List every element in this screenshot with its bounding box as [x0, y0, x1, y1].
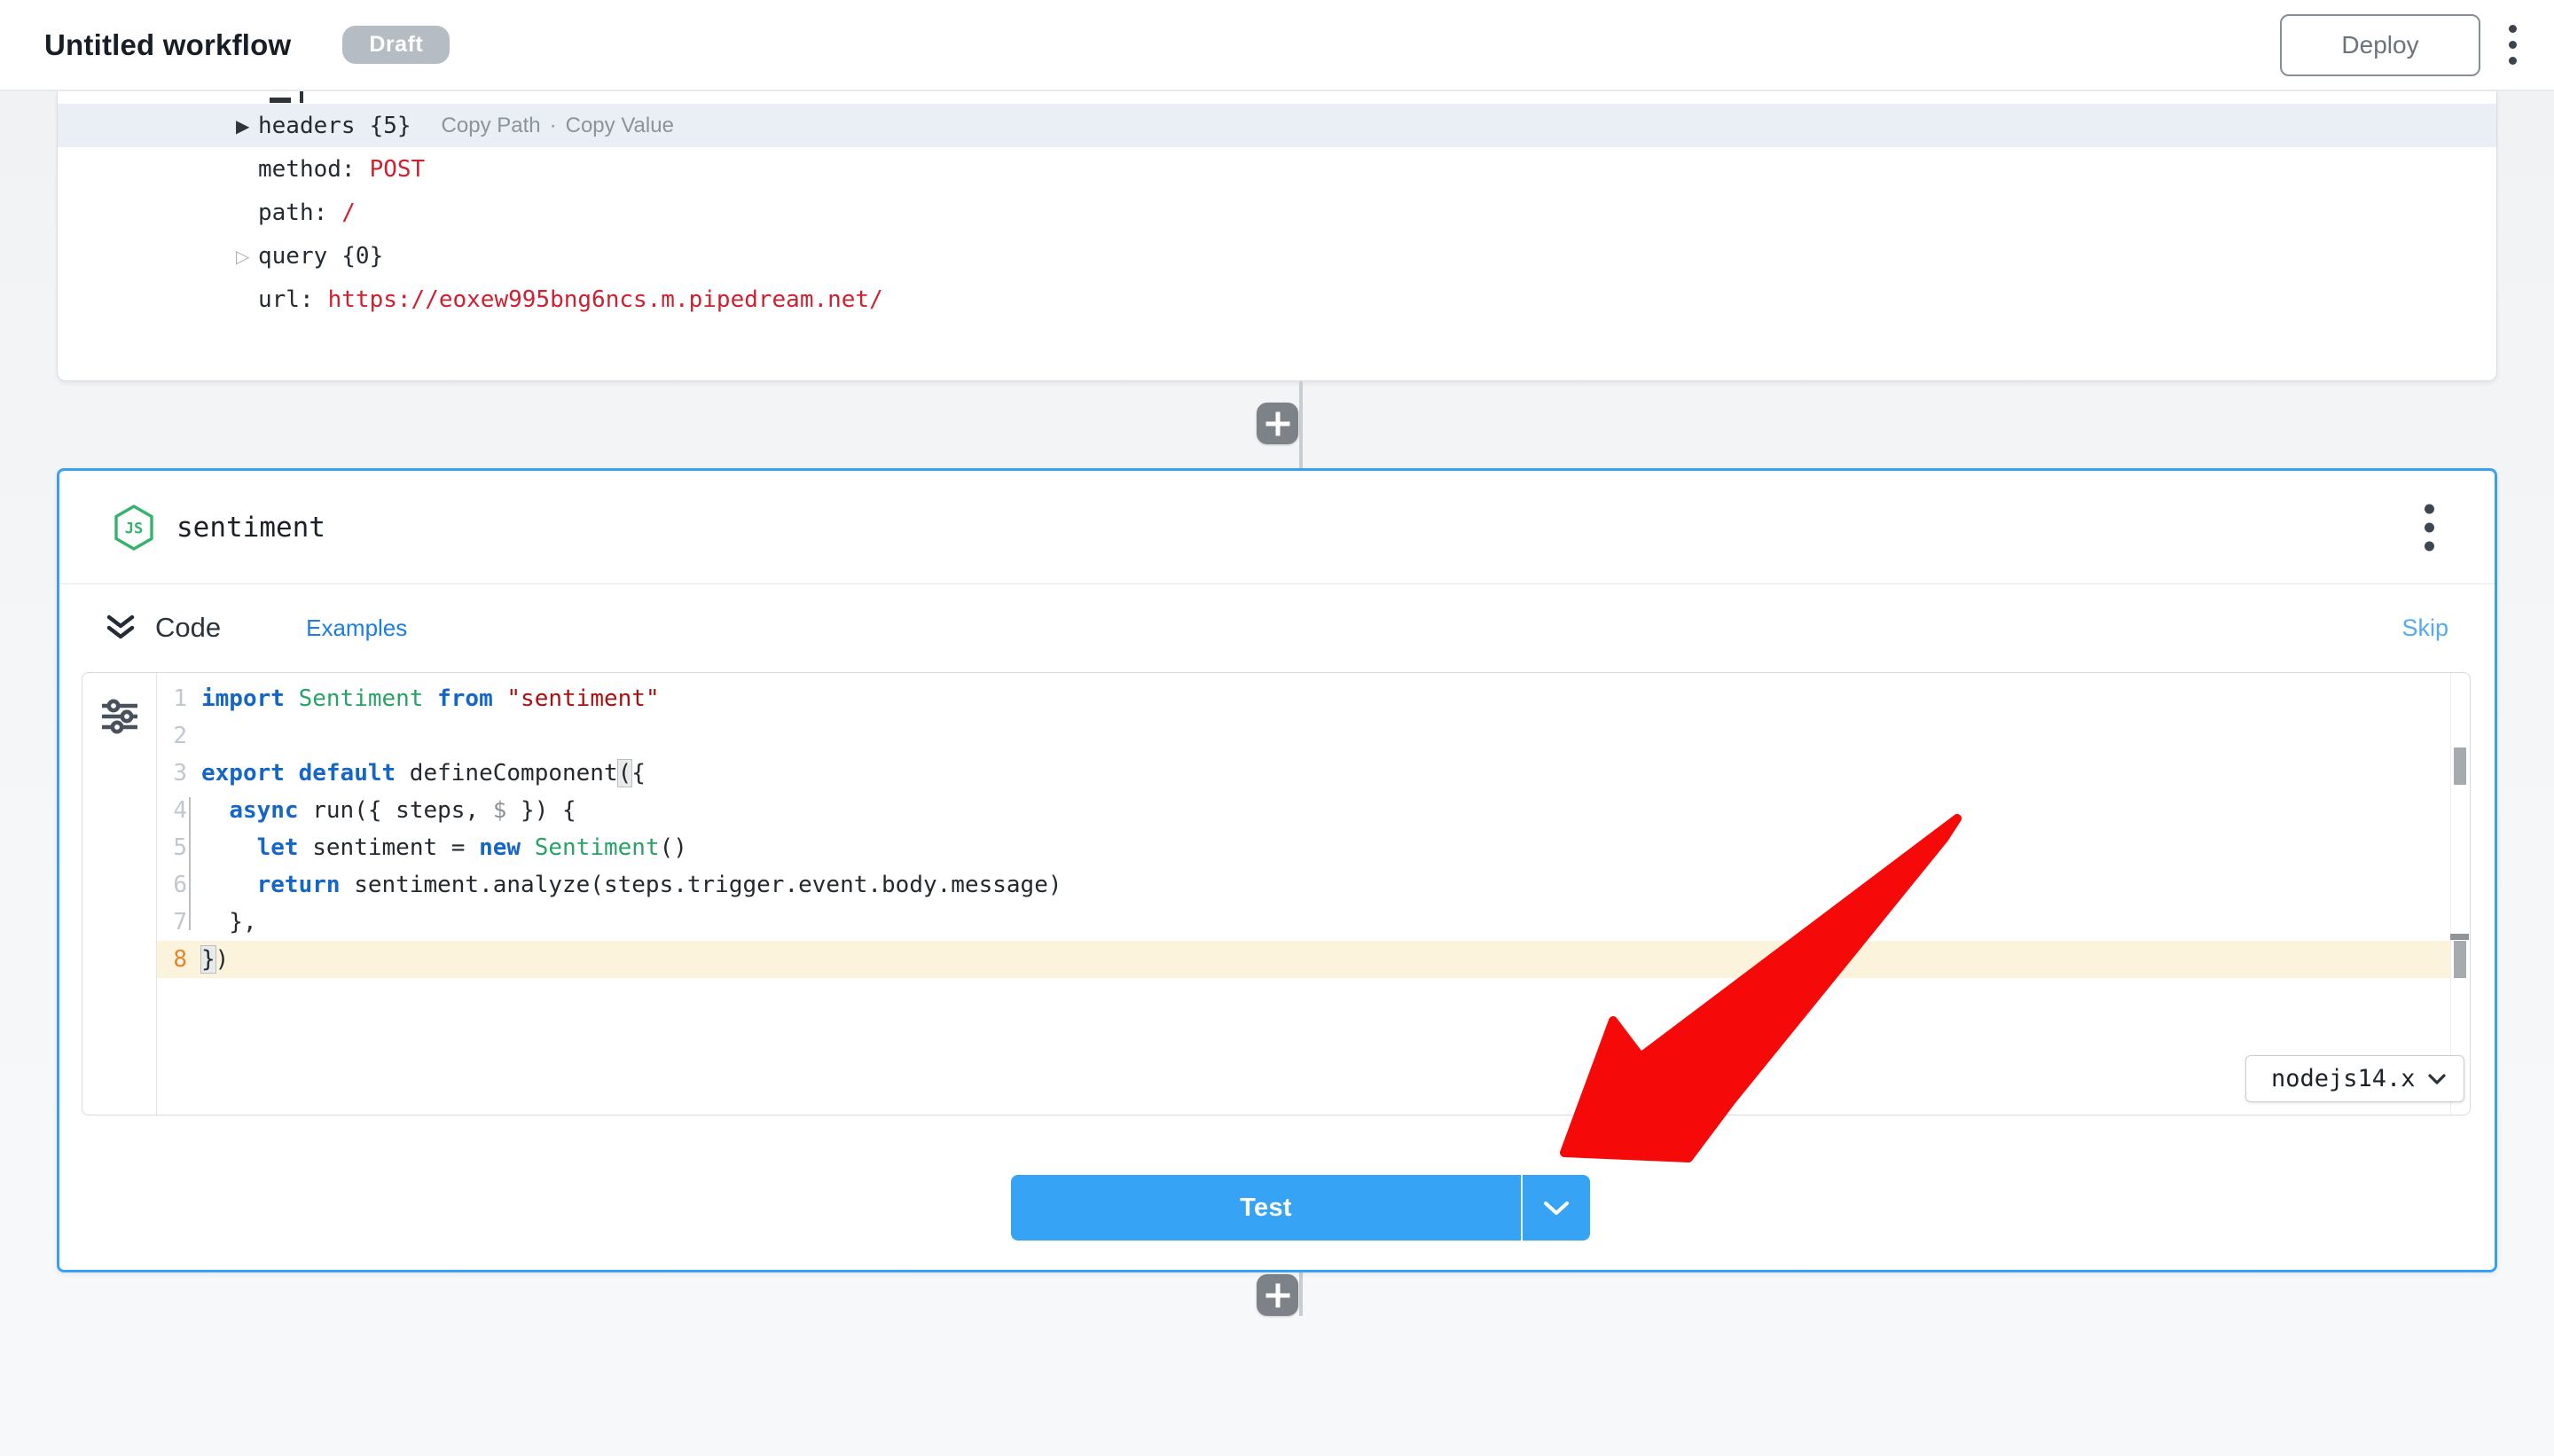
test-button[interactable]: Test: [1011, 1175, 1521, 1241]
runtime-select[interactable]: nodejs14.x: [2245, 1055, 2464, 1102]
top-bar-actions: Deploy: [2280, 14, 2554, 76]
inspector-meta: {0}: [341, 243, 383, 270]
copy-value-action[interactable]: Copy Value: [566, 114, 674, 138]
inspector-key: method:: [258, 156, 356, 183]
editor-settings-sliders-icon[interactable]: [99, 696, 140, 737]
line-number: 3: [157, 755, 191, 792]
workflow-editor-page: Untitled workflow Draft Deploy ▶ headers {…: [0, 0, 2554, 1456]
line-content: },: [201, 904, 257, 941]
step-card-sentiment: JS sentiment Code Examples Skip: [57, 468, 2497, 1272]
indent-guide: [189, 797, 191, 930]
top-bar: Untitled workflow Draft Deploy: [0, 0, 2554, 91]
chevron-down-icon: [2428, 1074, 2446, 1084]
step-title: sentiment: [176, 512, 325, 544]
workflow-menu-kebab-icon[interactable]: [2503, 20, 2522, 70]
inspector-row-headers: ▶ headers {5} Copy Path · Copy Value: [58, 104, 2496, 147]
overview-ruler-marker: [2454, 941, 2466, 978]
editor-scrollbar[interactable]: [2450, 673, 2470, 1115]
clipped-row-fragment: [58, 91, 2496, 104]
inspector-value: /: [341, 200, 356, 226]
inspector-key: query: [258, 243, 327, 270]
chevron-down-icon: [1543, 1201, 1570, 1216]
collapse-section-double-chevron-icon[interactable]: [106, 614, 136, 642]
examples-link[interactable]: Examples: [306, 614, 407, 642]
workflow-title: Untitled workflow: [44, 28, 291, 62]
step-menu-kebab-icon[interactable]: [2419, 498, 2440, 556]
connector-line: [1299, 1270, 1303, 1316]
add-step-button[interactable]: [1257, 1274, 1298, 1316]
line-content: let sentiment = new Sentiment(): [201, 829, 687, 866]
inspector-row-url: url: https://eoxew995bng6ncs.m.pipedream.…: [58, 278, 2496, 321]
code-line-7[interactable]: 7 },: [157, 904, 2450, 941]
step-header: JS sentiment: [59, 471, 2495, 584]
runtime-select-value: nodejs14.x: [2271, 1065, 2416, 1092]
code-line-2[interactable]: 2: [157, 717, 2450, 755]
row-actions: Copy Path · Copy Value: [442, 114, 674, 138]
scrollbar-thumb[interactable]: [2454, 748, 2466, 785]
expand-triangle-icon[interactable]: ▷: [236, 246, 249, 267]
line-number: 1: [157, 680, 191, 717]
code-line-3[interactable]: 3 export default defineComponent({: [157, 755, 2450, 792]
draft-status-badge: Draft: [342, 26, 450, 64]
line-number: 8: [157, 941, 191, 978]
svg-text:JS: JS: [125, 520, 143, 537]
copy-path-action[interactable]: Copy Path: [442, 114, 541, 138]
line-number: 2: [157, 717, 191, 755]
line-number: 7: [157, 904, 191, 941]
add-step-button[interactable]: [1257, 403, 1298, 444]
line-number: 5: [157, 829, 191, 866]
test-split-button: Test: [1011, 1175, 1590, 1241]
code-line-4[interactable]: 4 async run({ steps, $ }) {: [157, 792, 2450, 829]
line-content: return sentiment.analyze(steps.trigger.e…: [201, 866, 1062, 904]
code-line-1[interactable]: 1 import Sentiment from "sentiment": [157, 680, 2450, 717]
code-lines[interactable]: 1 import Sentiment from "sentiment" 23 expo…: [157, 673, 2450, 1115]
inspector-key: headers: [258, 113, 356, 139]
line-content: export default defineComponent({: [201, 755, 646, 792]
line-content: async run({ steps, $ }) {: [201, 792, 576, 829]
deploy-button[interactable]: Deploy: [2280, 14, 2480, 76]
inspector-meta: {5}: [370, 113, 411, 139]
code-section-bar: Code Examples Skip: [59, 584, 2495, 671]
inspector-value: POST: [370, 156, 426, 183]
line-content: import Sentiment from "sentiment": [201, 680, 660, 717]
inspector-key: url:: [258, 286, 314, 313]
inspector-row-method: method: POST: [58, 147, 2496, 191]
inspector-rows: ▶ headers {5} Copy Path · Copy Value method: PO…: [58, 104, 2496, 321]
actions-separator: ·: [550, 114, 557, 138]
line-number: 6: [157, 866, 191, 904]
inspector-row-path: path: /: [58, 191, 2496, 234]
inspector-row-query: ▷ query {0}: [58, 234, 2496, 278]
inspector-key: path:: [258, 200, 327, 226]
code-line-8[interactable]: 8}): [157, 941, 2450, 978]
workflow-canvas: ▶ headers {5} Copy Path · Copy Value method: PO…: [0, 91, 2554, 1456]
code-line-5[interactable]: 5 let sentiment = new Sentiment(): [157, 829, 2450, 866]
code-line-6[interactable]: 6 return sentiment.analyze(steps.trigger…: [157, 866, 2450, 904]
expand-triangle-icon[interactable]: ▶: [236, 115, 249, 137]
editor-gutter-tools: [82, 673, 157, 1115]
code-editor[interactable]: 1 import Sentiment from "sentiment" 23 expo…: [82, 672, 2471, 1115]
line-number: 4: [157, 792, 191, 829]
test-options-dropdown-button[interactable]: [1523, 1175, 1590, 1241]
inspector-value: https://eoxew995bng6ncs.m.pipedream.net/: [328, 286, 883, 313]
code-section-label: Code: [155, 612, 221, 644]
connector-line: [1299, 381, 1303, 469]
skip-link[interactable]: Skip: [2401, 614, 2448, 642]
nodejs-icon: JS: [113, 504, 155, 552]
trigger-event-inspector: ▶ headers {5} Copy Path · Copy Value method: PO…: [57, 91, 2497, 381]
line-content: }): [201, 941, 229, 978]
